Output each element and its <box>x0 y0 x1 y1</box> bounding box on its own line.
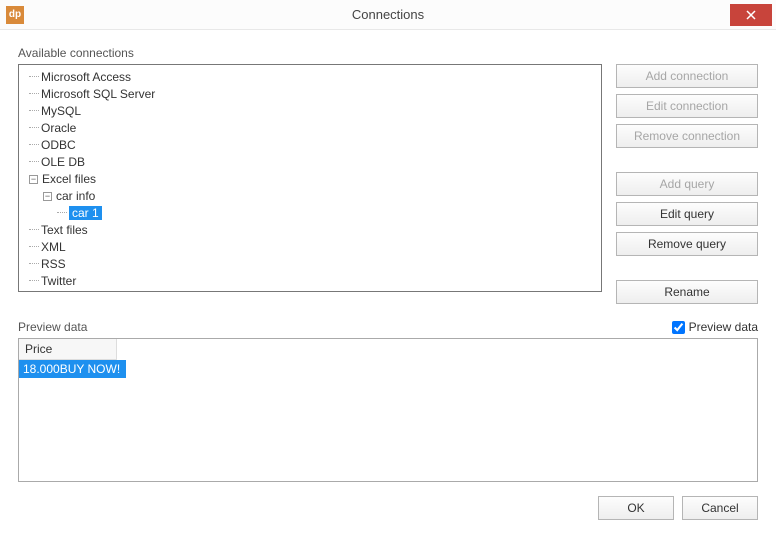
ok-button[interactable]: OK <box>598 496 674 520</box>
edit-query-button[interactable]: Edit query <box>616 202 758 226</box>
titlebar: dp Connections <box>0 0 776 30</box>
remove-connection-button[interactable]: Remove connection <box>616 124 758 148</box>
tree-item[interactable]: ODBC <box>29 137 595 154</box>
collapse-icon[interactable]: − <box>43 192 52 201</box>
tree-item[interactable]: RSS <box>29 256 595 273</box>
edit-connection-button[interactable]: Edit connection <box>616 94 758 118</box>
connections-tree[interactable]: Microsoft Access Microsoft SQL Server My… <box>18 64 602 292</box>
tree-item-excel[interactable]: −Excel files −car info car 1 <box>29 171 595 222</box>
action-buttons: Add connection Edit connection Remove co… <box>616 64 758 304</box>
preview-data-checkbox[interactable] <box>672 321 685 334</box>
tree-item[interactable]: OLE DB <box>29 154 595 171</box>
preview-data-checkbox-label: Preview data <box>689 320 758 334</box>
preview-data-label: Preview data <box>18 320 87 334</box>
add-query-button[interactable]: Add query <box>616 172 758 196</box>
collapse-icon[interactable]: − <box>29 175 38 184</box>
tree-item-carinfo[interactable]: −car info car 1 <box>43 188 595 222</box>
available-connections-label: Available connections <box>18 46 758 60</box>
dialog-footer: OK Cancel <box>18 496 758 520</box>
tree-item[interactable]: MySQL <box>29 103 595 120</box>
remove-query-button[interactable]: Remove query <box>616 232 758 256</box>
tree-item[interactable]: Oracle <box>29 120 595 137</box>
tree-item[interactable]: XML <box>29 239 595 256</box>
tree-item[interactable]: Twitter <box>29 273 595 290</box>
grid-column-header[interactable]: Price <box>19 339 117 360</box>
tree-item[interactable]: Microsoft SQL Server <box>29 86 595 103</box>
window-title: Connections <box>0 7 776 22</box>
add-connection-button[interactable]: Add connection <box>616 64 758 88</box>
cancel-button[interactable]: Cancel <box>682 496 758 520</box>
preview-grid[interactable]: Price 18.000BUY NOW! <box>18 338 758 482</box>
tree-item[interactable]: Text files <box>29 222 595 239</box>
preview-data-checkbox-wrap[interactable]: Preview data <box>672 320 758 334</box>
tree-item[interactable]: Microsoft Access <box>29 69 595 86</box>
grid-cell[interactable]: 18.000BUY NOW! <box>19 360 126 378</box>
tree-item-car1[interactable]: car 1 <box>57 205 595 222</box>
rename-button[interactable]: Rename <box>616 280 758 304</box>
